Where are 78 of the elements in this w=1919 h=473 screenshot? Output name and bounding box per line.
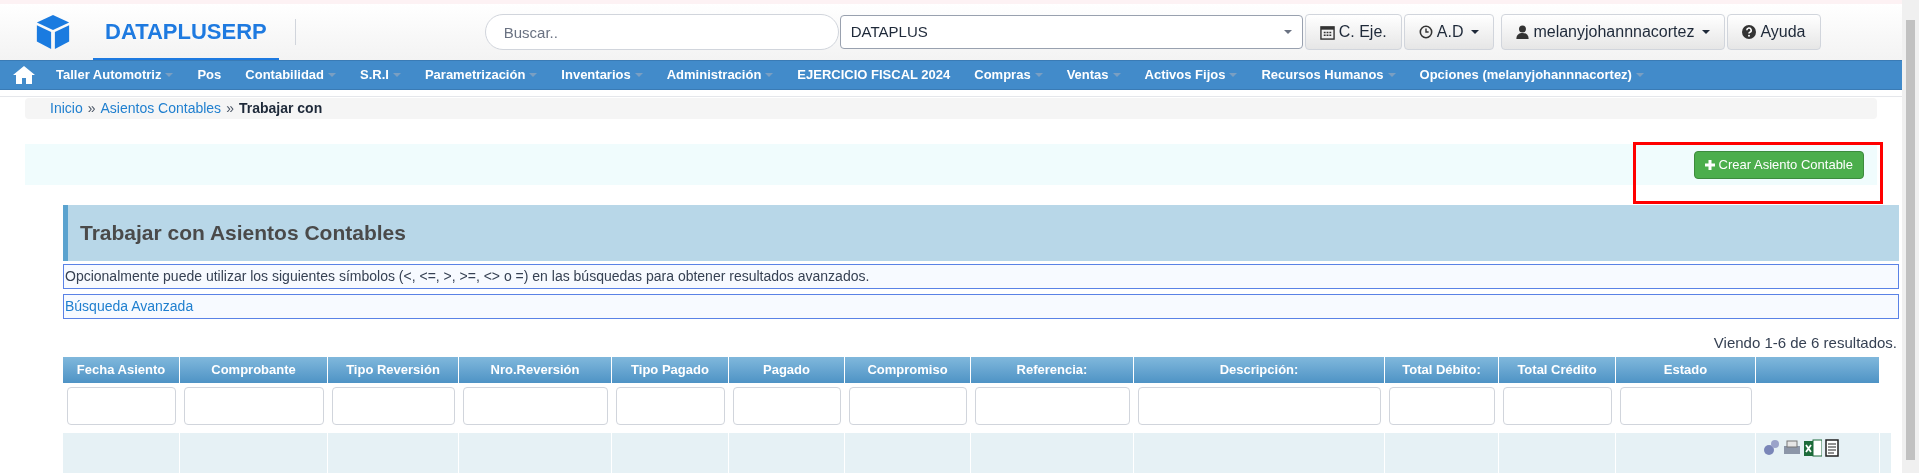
column-header[interactable]: Tipo Reversión — [328, 357, 459, 383]
column-filter-field[interactable] — [1620, 387, 1752, 425]
column-header[interactable]: Total Crédito — [1499, 357, 1616, 383]
user-button[interactable]: melanyjohannnacortez — [1501, 14, 1726, 50]
user-icon — [1516, 25, 1530, 39]
column-header[interactable]: Descripción: — [1134, 357, 1385, 383]
results-summary: Viendo 1-6 de 6 resultados. — [1713, 332, 1897, 353]
nav-menu-item[interactable]: Administración — [654, 65, 786, 85]
help-button[interactable]: Ayuda — [1727, 14, 1821, 50]
calendar-button[interactable]: C. Eje. — [1304, 14, 1402, 50]
breadcrumb-item[interactable]: Inicio — [50, 98, 83, 120]
create-entry-button[interactable]: Crear Asiento Contable — [1693, 150, 1864, 179]
caret-icon — [765, 72, 774, 77]
scrollbar[interactable] — [1902, 0, 1919, 473]
nav-menu-item[interactable]: Contabilidad — [233, 65, 348, 85]
company-select[interactable]: DATAPLUS — [839, 15, 1303, 49]
column-filter-field[interactable] — [67, 387, 176, 425]
caret-icon — [1283, 30, 1292, 34]
column-header[interactable]: Pagado — [729, 357, 845, 383]
search-hint: Opcionalmente puede utilizar los siguientes símbolos (<, <=, >, >=, <> o =) en las búsquedas para obtener resultados avanzados. — [63, 264, 1899, 289]
column-filter-field[interactable] — [463, 387, 608, 425]
document-icon[interactable] — [1825, 439, 1839, 457]
caret-icon — [1229, 72, 1238, 77]
column-filter-field[interactable] — [616, 387, 725, 425]
printer-icon[interactable] — [1783, 439, 1801, 457]
column-filter-field[interactable] — [1389, 387, 1495, 425]
nav-menu-item[interactable]: Opciones (melanyjohannnacortez) — [1407, 65, 1656, 85]
panel-title: Trabajar con Asientos Contables — [63, 205, 1899, 261]
caret-icon — [1387, 72, 1396, 77]
spreadsheet-icon[interactable] — [1804, 439, 1822, 457]
column-filter-field[interactable] — [332, 387, 455, 425]
clock-icon — [1418, 25, 1433, 39]
column-header[interactable]: Total Débito: — [1385, 357, 1499, 383]
column-filter-field[interactable] — [1138, 387, 1381, 425]
column-filter-field[interactable] — [184, 387, 324, 425]
clock-button[interactable]: A.D — [1403, 14, 1495, 50]
breadcrumb-separator: » — [87, 99, 96, 119]
nav-menu-item[interactable]: S.R.I — [348, 65, 413, 85]
nav-menu-item[interactable]: Activos Fijos — [1132, 65, 1250, 85]
breadcrumb-item: Trabajar con — [238, 99, 323, 119]
caret-icon — [1471, 30, 1480, 34]
nav-menu-item[interactable]: Pos — [185, 65, 234, 85]
nav-menu-item[interactable]: EJERCICIO FISCAL 2024 — [785, 65, 963, 85]
breadcrumb-separator: » — [226, 99, 234, 119]
plus-icon — [1704, 159, 1715, 170]
nav-menu-item[interactable]: Parametrización — [412, 65, 550, 85]
help-icon — [1742, 25, 1757, 39]
caret-icon — [165, 72, 174, 77]
caret-icon — [634, 72, 643, 77]
caret-icon — [328, 72, 336, 77]
nav-menu-item[interactable]: Recursos Humanos — [1249, 65, 1408, 85]
column-filter-field[interactable] — [975, 387, 1130, 425]
column-header[interactable]: Comprobante — [180, 357, 328, 383]
breadcrumb-item[interactable]: Asientos Contables — [100, 98, 222, 120]
calendar-icon — [1319, 24, 1335, 40]
caret-icon — [1112, 72, 1121, 77]
caret-icon — [529, 72, 538, 77]
column-filter-field[interactable] — [1503, 387, 1612, 425]
column-header[interactable]: Fecha Asiento — [63, 357, 180, 383]
column-header[interactable]: Nro.Reversión — [459, 357, 612, 383]
nav-menu-item[interactable]: Compras — [962, 65, 1055, 85]
nav-menu-item[interactable]: Inventarios — [549, 65, 655, 85]
home-icon[interactable] — [13, 65, 35, 84]
nav-menu-item[interactable]: Ventas — [1054, 65, 1133, 85]
caret-icon — [1034, 72, 1043, 77]
nav-menu-item[interactable]: Taller Automotriz — [44, 65, 186, 85]
caret-icon — [392, 72, 401, 77]
column-filter-field[interactable] — [733, 387, 841, 425]
column-header[interactable]: Tipo Pagado — [612, 357, 729, 383]
caret-icon — [1635, 72, 1644, 77]
column-filter-field[interactable] — [849, 387, 967, 425]
column-header[interactable]: Referencia: — [971, 357, 1134, 383]
caret-icon — [1702, 30, 1711, 34]
column-header[interactable]: Compromiso — [845, 357, 971, 383]
cube-logo-icon — [34, 13, 72, 51]
search-field[interactable]: Buscar.. — [484, 14, 839, 50]
gears-icon[interactable] — [1762, 439, 1780, 457]
column-header[interactable]: Estado — [1616, 357, 1756, 383]
